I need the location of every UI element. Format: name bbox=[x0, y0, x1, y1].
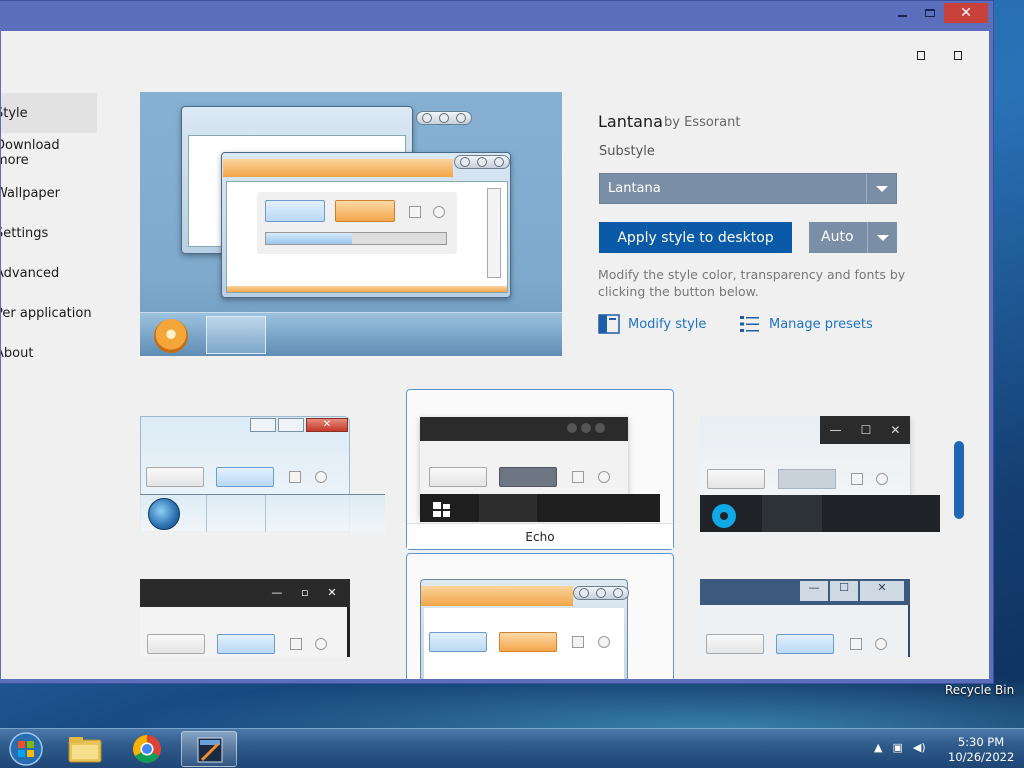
chevron-down-icon bbox=[866, 174, 896, 203]
tray-expand-icon[interactable]: ▲ bbox=[874, 741, 882, 754]
preview-front-window-controls bbox=[454, 155, 510, 169]
modify-style-label: Modify style bbox=[628, 316, 707, 332]
minimize-button[interactable] bbox=[890, 3, 914, 23]
taskbar: ▲ ▣ ◀) 5:30 PM 10/26/2022 bbox=[0, 728, 1024, 768]
windowblinds-icon bbox=[197, 737, 223, 763]
start-icon bbox=[712, 504, 736, 528]
sidebar-item-style[interactable]: Style bbox=[1, 93, 97, 133]
sidebar-item-label: Per application bbox=[1, 305, 92, 321]
app-content: Style Download more Wallpaper Settings A… bbox=[1, 31, 989, 679]
sidebar-item-settings[interactable]: Settings bbox=[1, 213, 97, 253]
network-icon[interactable]: ▣ bbox=[892, 741, 902, 754]
thumbnail-label: Echo bbox=[407, 523, 673, 549]
preview-taskbar bbox=[140, 312, 562, 356]
recycle-bin-label[interactable]: Recycle Bin bbox=[945, 683, 1014, 697]
style-thumbnail-aero[interactable]: ✕ bbox=[140, 416, 385, 532]
style-preview bbox=[140, 92, 562, 356]
sidebar-item-label: Wallpaper bbox=[1, 185, 61, 201]
preview-radio bbox=[433, 206, 445, 218]
windows-logo-icon bbox=[433, 502, 451, 518]
auto-dropdown-button[interactable]: Auto bbox=[809, 222, 897, 253]
sidebar-item-per-application[interactable]: Per application bbox=[1, 293, 97, 333]
sidebar-item-label: Style bbox=[1, 105, 28, 121]
preview-taskbar-button bbox=[206, 316, 266, 354]
auto-label: Auto bbox=[821, 229, 854, 245]
style-name: Lantana bbox=[598, 112, 663, 131]
substyle-dropdown[interactable]: Lantana bbox=[599, 173, 897, 204]
windows-orb-icon bbox=[9, 732, 43, 766]
substyle-label: Substyle bbox=[599, 144, 655, 159]
sidebar-item-wallpaper[interactable]: Wallpaper bbox=[1, 173, 97, 213]
preview-orange-titlebar bbox=[223, 159, 453, 177]
style-thumbnail-modern[interactable]: — ☐ ✕ bbox=[700, 416, 940, 532]
preview-blue-button bbox=[265, 200, 325, 222]
substyle-value: Lantana bbox=[608, 181, 661, 196]
close-button[interactable]: ✕ bbox=[944, 3, 988, 23]
preview-back-window-controls bbox=[416, 111, 472, 125]
list-icon bbox=[740, 316, 759, 332]
sidebar-item-label: Settings bbox=[1, 225, 49, 241]
preview-orange-button bbox=[335, 200, 395, 222]
style-thumbnail-blue[interactable]: — ☐ ✕ bbox=[700, 579, 915, 657]
style-thumbnail-lantana[interactable] bbox=[406, 553, 674, 679]
sidebar-item-about[interactable]: About bbox=[1, 333, 97, 373]
taskbar-windowblinds-button[interactable] bbox=[181, 731, 237, 767]
style-author: by Essorant bbox=[664, 115, 741, 130]
system-tray: ▲ ▣ ◀) bbox=[874, 741, 926, 754]
manage-presets-label: Manage presets bbox=[769, 316, 873, 332]
minimize-icon bbox=[897, 15, 907, 17]
maximize-icon bbox=[925, 9, 935, 17]
folder-icon bbox=[68, 737, 102, 763]
start-button[interactable] bbox=[6, 731, 46, 767]
sidebar-item-label: Download more bbox=[1, 138, 60, 168]
title-bar[interactable]: ✕ bbox=[0, 1, 993, 31]
apply-style-button[interactable]: Apply style to desktop bbox=[599, 222, 792, 253]
manage-presets-link[interactable]: Manage presets bbox=[739, 314, 873, 334]
style-thumbnail-echo[interactable]: Echo bbox=[406, 389, 674, 550]
preview-front-window-body bbox=[226, 181, 508, 293]
maximize-button[interactable] bbox=[918, 3, 942, 23]
app-window: ✕ Style Download more Wallpaper Settings… bbox=[0, 0, 994, 684]
sidebar-item-advanced[interactable]: Advanced bbox=[1, 253, 97, 293]
taskbar-chrome-button[interactable] bbox=[119, 731, 175, 767]
preview-progress-bar bbox=[265, 232, 447, 245]
aero-orb-icon bbox=[148, 498, 180, 530]
close-icon: ✕ bbox=[960, 5, 972, 21]
preview-start-orb-icon bbox=[154, 319, 188, 353]
clock-date: 10/26/2022 bbox=[948, 750, 1015, 764]
taskbar-explorer-button[interactable] bbox=[57, 731, 113, 767]
compact-view-icon[interactable] bbox=[917, 51, 925, 60]
style-description: Modify the style color, transparency and… bbox=[598, 267, 906, 299]
chrome-icon bbox=[133, 735, 161, 763]
clock[interactable]: 5:30 PM 10/26/2022 bbox=[948, 735, 1014, 765]
modify-style-link[interactable]: Modify style bbox=[598, 314, 706, 334]
sidebar-nav: Style Download more Wallpaper Settings A… bbox=[1, 93, 97, 373]
sidebar-item-label: Advanced bbox=[1, 265, 60, 281]
scrollbar-thumb[interactable] bbox=[954, 441, 964, 519]
lantana-thumb-controls bbox=[573, 586, 629, 600]
preview-checkbox bbox=[409, 206, 421, 218]
sidebar-item-download-more[interactable]: Download more bbox=[1, 133, 97, 173]
style-thumbnail-dark[interactable]: — ▫ ✕ bbox=[140, 579, 355, 657]
chevron-down-icon bbox=[867, 222, 897, 253]
window-view-icon[interactable] bbox=[954, 51, 962, 60]
modify-style-icon bbox=[598, 314, 620, 334]
clock-time: 5:30 PM bbox=[957, 735, 1005, 749]
volume-icon[interactable]: ◀) bbox=[913, 741, 926, 754]
sidebar-item-label: About bbox=[1, 345, 34, 361]
preview-front-window bbox=[221, 152, 511, 298]
